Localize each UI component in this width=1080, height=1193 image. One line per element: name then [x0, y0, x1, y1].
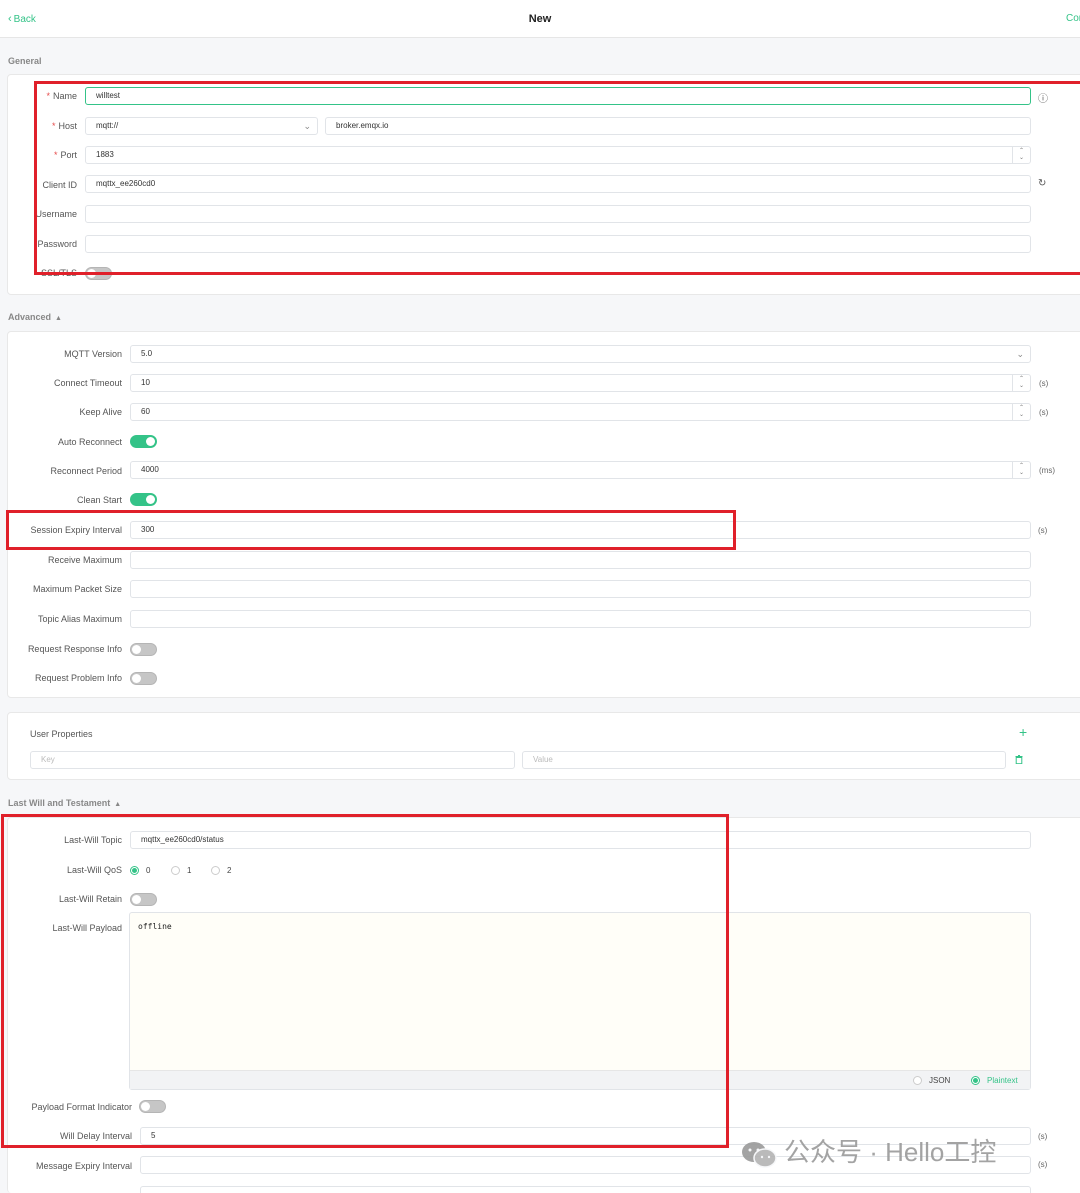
- reconnect-period-unit: (ms): [1039, 466, 1055, 475]
- stepper-icon[interactable]: ⌃ ⌄: [1012, 375, 1030, 391]
- property-key-input[interactable]: Key: [30, 751, 515, 769]
- connect-timeout-unit: (s): [1039, 379, 1049, 388]
- highlight-box-last-will: [1, 814, 729, 1148]
- section-title-last-will[interactable]: Last Will and Testament ▲: [8, 798, 121, 808]
- reconnect-period-input[interactable]: 4000 ⌃ ⌄: [130, 461, 1031, 479]
- mqtt-version-label: MQTT Version: [64, 349, 122, 359]
- message-expiry-label: Message Expiry Interval: [35, 1161, 132, 1171]
- trash-icon[interactable]: [1015, 755, 1023, 764]
- highlight-box-general: [34, 81, 1080, 275]
- reconnect-period-label: Reconnect Period: [50, 466, 122, 476]
- req-problem-label: Request Problem Info: [34, 673, 122, 683]
- req-problem-toggle[interactable]: [130, 672, 157, 685]
- keep-alive-label: Keep Alive: [79, 407, 122, 417]
- format-json-label: JSON: [929, 1076, 951, 1085]
- caret-up-icon: ▲: [114, 801, 122, 808]
- wechat-icon: [742, 1142, 777, 1168]
- receive-max-label: Receive Maximum: [47, 555, 122, 565]
- keep-alive-input[interactable]: 60 ⌃ ⌄: [130, 403, 1031, 421]
- receive-max-input[interactable]: [130, 551, 1031, 569]
- req-response-toggle[interactable]: [130, 643, 157, 656]
- auto-reconnect-toggle[interactable]: [130, 435, 157, 448]
- property-value-input[interactable]: Value: [522, 751, 1006, 769]
- max-packet-input[interactable]: [130, 580, 1031, 598]
- user-properties-card: [7, 712, 1080, 780]
- max-packet-label: Maximum Packet Size: [32, 584, 122, 594]
- topic-alias-label: Topic Alias Maximum: [37, 614, 122, 624]
- keep-alive-unit: (s): [1039, 408, 1049, 417]
- chevron-down-icon: ⌄: [1016, 349, 1024, 359]
- connect-timeout-input[interactable]: 10 ⌃ ⌄: [130, 374, 1031, 392]
- connect-timeout-label: Connect Timeout: [53, 378, 122, 388]
- top-bar: ‹Back New Connect: [0, 0, 1080, 38]
- highlight-box-session-expiry: [6, 510, 736, 550]
- topic-alias-input[interactable]: [130, 610, 1031, 628]
- format-json-radio[interactable]: [913, 1076, 922, 1085]
- format-plaintext-radio[interactable]: [971, 1076, 980, 1085]
- mqtt-version-select[interactable]: 5.0 ⌄: [130, 345, 1031, 363]
- user-properties-label: User Properties: [30, 729, 93, 739]
- stepper-icon[interactable]: ⌃ ⌄: [1012, 404, 1030, 420]
- add-property-icon[interactable]: +: [1019, 724, 1027, 740]
- caret-up-icon: ▲: [55, 315, 62, 322]
- clean-start-label: Clean Start: [76, 495, 122, 505]
- section-title-advanced[interactable]: Advanced ▲: [8, 312, 62, 322]
- will-delay-unit: (s): [1038, 1132, 1048, 1141]
- page-title: New: [528, 13, 552, 25]
- stepper-icon[interactable]: ⌃ ⌄: [1012, 462, 1030, 478]
- section-title-general: General: [8, 56, 42, 66]
- clean-start-toggle[interactable]: [130, 493, 157, 506]
- message-expiry-unit: (s): [1038, 1160, 1048, 1169]
- session-expiry-unit: (s): [1038, 526, 1048, 535]
- next-input-partial[interactable]: [140, 1186, 1031, 1193]
- watermark-text: 公众号 · Hello工控: [784, 1137, 997, 1167]
- connect-button[interactable]: Connect: [1066, 13, 1080, 24]
- auto-reconnect-label: Auto Reconnect: [57, 437, 122, 447]
- format-plaintext-label: Plaintext: [987, 1076, 1018, 1085]
- watermark: 公众号 · Hello工控: [740, 1132, 996, 1169]
- req-response-label: Request Response Info: [27, 644, 122, 654]
